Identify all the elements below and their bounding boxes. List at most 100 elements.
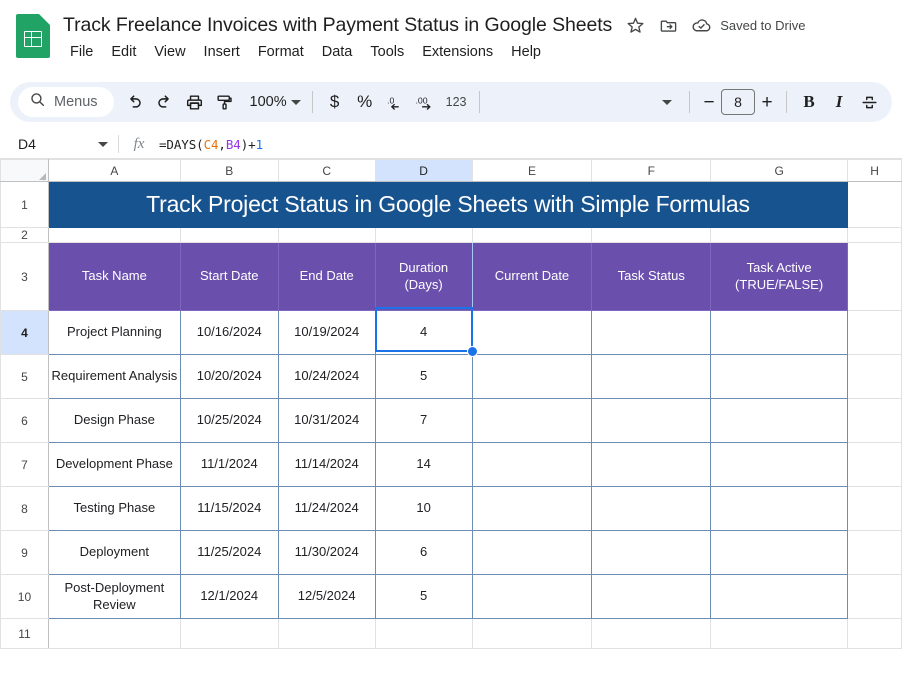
percent-format-button[interactable]: % — [350, 87, 380, 117]
italic-button[interactable]: I — [824, 87, 854, 117]
cell-c11[interactable] — [277, 618, 376, 649]
cell-a5[interactable]: Requirement Analysis — [47, 354, 181, 399]
cell-b10[interactable]: 12/1/2024 — [179, 574, 279, 619]
row-header-11[interactable]: 11 — [0, 618, 49, 649]
menu-item-data[interactable]: Data — [313, 41, 362, 63]
cell-g10[interactable] — [710, 574, 849, 619]
cell-a11[interactable] — [47, 618, 181, 649]
move-to-folder-icon[interactable] — [655, 12, 681, 38]
cell-g8[interactable] — [710, 486, 849, 531]
menu-item-file[interactable]: File — [61, 41, 102, 63]
cell-f7[interactable] — [591, 442, 712, 487]
cell-e5[interactable] — [471, 354, 593, 399]
print-button[interactable] — [180, 87, 210, 117]
cell-a7[interactable]: Development Phase — [47, 442, 181, 487]
row-header-1[interactable]: 1 — [0, 181, 49, 228]
column-header-b[interactable]: B — [179, 159, 279, 182]
column-header-e[interactable]: E — [471, 159, 593, 182]
increase-font-size-button[interactable]: + — [755, 89, 779, 115]
cell-c10[interactable]: 12/5/2024 — [277, 574, 376, 619]
cell-c2[interactable] — [277, 227, 376, 243]
cell-f8[interactable] — [591, 486, 712, 531]
redo-button[interactable] — [150, 87, 180, 117]
cell-h8[interactable] — [847, 486, 902, 531]
cell-d5[interactable]: 5 — [374, 354, 473, 399]
table-header-start-date[interactable]: Start Date — [179, 242, 279, 311]
column-header-d[interactable]: D — [374, 159, 473, 182]
increase-decimal-button[interactable]: .00 — [410, 87, 440, 117]
cell-e8[interactable] — [471, 486, 593, 531]
cell-h6[interactable] — [847, 398, 902, 443]
cell-d7[interactable]: 14 — [374, 442, 473, 487]
cell-b2[interactable] — [179, 227, 279, 243]
name-box[interactable]: D4 — [2, 130, 118, 158]
cell-a9[interactable]: Deployment — [47, 530, 181, 575]
cell-c6[interactable]: 10/31/2024 — [277, 398, 376, 443]
row-header-5[interactable]: 5 — [0, 354, 49, 399]
star-outline-icon[interactable] — [622, 12, 648, 38]
menu-item-insert[interactable]: Insert — [195, 41, 249, 63]
cell-f6[interactable] — [591, 398, 712, 443]
currency-format-button[interactable]: $ — [320, 87, 350, 117]
cell-d9[interactable]: 6 — [374, 530, 473, 575]
cell-b4[interactable]: 10/16/2024 — [179, 310, 279, 355]
row-header-3[interactable]: 3 — [0, 242, 49, 311]
select-all-corner[interactable] — [0, 159, 49, 182]
cell-h1[interactable] — [847, 181, 902, 228]
row-header-7[interactable]: 7 — [0, 442, 49, 487]
cell-d4[interactable]: 4 — [374, 310, 473, 355]
decrease-decimal-button[interactable]: .0 — [380, 87, 410, 117]
cell-g6[interactable] — [710, 398, 849, 443]
more-formats-button[interactable]: 123 — [440, 87, 473, 117]
row-header-4[interactable]: 4 — [0, 310, 49, 355]
cell-e6[interactable] — [471, 398, 593, 443]
cell-a8[interactable]: Testing Phase — [47, 486, 181, 531]
column-header-f[interactable]: F — [591, 159, 712, 182]
cell-a6[interactable]: Design Phase — [47, 398, 181, 443]
cell-d11[interactable] — [374, 618, 473, 649]
cell-h3[interactable] — [847, 242, 902, 311]
table-header-task-status[interactable]: Task Status — [591, 242, 712, 311]
row-header-10[interactable]: 10 — [0, 574, 49, 619]
cell-e11[interactable] — [471, 618, 593, 649]
table-header-current-date[interactable]: Current Date — [471, 242, 593, 311]
cell-b8[interactable]: 11/15/2024 — [179, 486, 279, 531]
cell-e2[interactable] — [471, 227, 593, 243]
document-title[interactable]: Track Freelance Invoices with Payment St… — [60, 13, 615, 38]
cell-b7[interactable]: 11/1/2024 — [179, 442, 279, 487]
bold-button[interactable]: B — [794, 87, 824, 117]
cell-f10[interactable] — [591, 574, 712, 619]
font-family-dropdown[interactable] — [652, 87, 682, 117]
title-banner-cell[interactable]: Track Project Status in Google Sheets wi… — [47, 181, 849, 228]
spreadsheet-grid[interactable]: A B C D E F G H 1 Track Project Status i… — [0, 159, 902, 663]
cell-f5[interactable] — [591, 354, 712, 399]
cell-h7[interactable] — [847, 442, 902, 487]
menu-item-edit[interactable]: Edit — [102, 41, 145, 63]
cell-e4[interactable] — [471, 310, 593, 355]
menu-item-help[interactable]: Help — [502, 41, 550, 63]
menu-item-format[interactable]: Format — [249, 41, 313, 63]
cell-c5[interactable]: 10/24/2024 — [277, 354, 376, 399]
cell-h11[interactable] — [847, 618, 902, 649]
row-header-8[interactable]: 8 — [0, 486, 49, 531]
menu-item-view[interactable]: View — [145, 41, 194, 63]
cell-b9[interactable]: 11/25/2024 — [179, 530, 279, 575]
decrease-font-size-button[interactable]: − — [697, 89, 721, 115]
google-sheets-logo[interactable] — [16, 14, 50, 59]
cell-d8[interactable]: 10 — [374, 486, 473, 531]
row-header-6[interactable]: 6 — [0, 398, 49, 443]
cell-h2[interactable] — [847, 227, 902, 243]
cell-g11[interactable] — [710, 618, 849, 649]
menu-item-extensions[interactable]: Extensions — [413, 41, 502, 63]
table-header-duration[interactable]: Duration (Days) — [374, 242, 473, 311]
row-header-2[interactable]: 2 — [0, 227, 49, 243]
zoom-control[interactable]: 100% — [240, 87, 305, 117]
cell-d6[interactable]: 7 — [374, 398, 473, 443]
row-header-9[interactable]: 9 — [0, 530, 49, 575]
cell-f9[interactable] — [591, 530, 712, 575]
cell-a10[interactable]: Post-Deployment Review — [47, 574, 181, 619]
cell-a2[interactable] — [47, 227, 181, 243]
cell-c7[interactable]: 11/14/2024 — [277, 442, 376, 487]
cell-f11[interactable] — [591, 618, 712, 649]
cell-b11[interactable] — [179, 618, 279, 649]
